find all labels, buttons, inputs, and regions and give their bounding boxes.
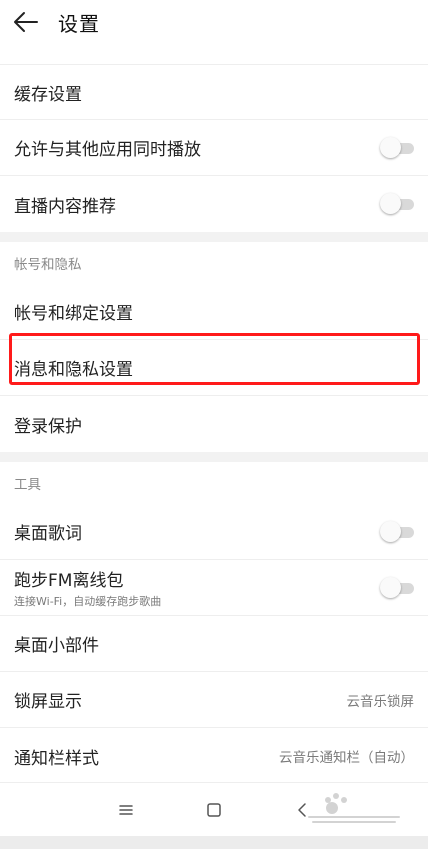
toggle-knob (380, 136, 401, 158)
watermark-logo (308, 793, 400, 823)
row-label: 缓存设置 (14, 84, 82, 105)
toggle-knob (380, 576, 401, 598)
account-section: 帐号和绑定设置 消息和隐私设置 登录保护 (0, 284, 428, 452)
menu-icon (119, 804, 133, 815)
row-text-group: 跑步FM离线包 连接Wi-Fi，自动缓存跑步歌曲 (14, 566, 161, 609)
row-label: 允许与其他应用同时播放 (14, 140, 201, 160)
row-label: 桌面小部件 (14, 636, 99, 656)
nav-home-button[interactable] (194, 790, 234, 830)
row-lock-screen[interactable]: 锁屏显示 云音乐锁屏 (0, 672, 428, 728)
section-header-tools: 工具 (14, 477, 41, 493)
row-account-binding[interactable]: 帐号和绑定设置 (0, 284, 428, 340)
bottom-strip (0, 836, 428, 849)
back-button[interactable] (12, 8, 40, 36)
row-notification-style[interactable]: 通知栏样式 云音乐通知栏（自动） (0, 728, 428, 784)
section-header-account: 帐号和隐私 (14, 257, 82, 273)
home-square-icon (207, 802, 221, 817)
row-label: 锁屏显示 (14, 692, 82, 712)
general-section: 缓存设置 允许与其他应用同时播放 直播内容推荐 (0, 64, 428, 232)
row-desktop-widget[interactable]: 桌面小部件 (0, 616, 428, 672)
row-value: 云音乐通知栏（自动） (279, 750, 414, 766)
running-fm-offline-toggle[interactable] (380, 576, 414, 599)
row-label: 通知栏样式 (14, 748, 99, 769)
section-divider (0, 452, 428, 462)
row-allow-concurrent-play[interactable]: 允许与其他应用同时播放 (0, 120, 428, 176)
row-label: 登录保护 (14, 416, 82, 437)
row-live-recommend[interactable]: 直播内容推荐 (0, 176, 428, 232)
row-running-fm-offline[interactable]: 跑步FM离线包 连接Wi-Fi，自动缓存跑步歌曲 (0, 560, 428, 616)
desktop-lyrics-toggle[interactable] (380, 520, 414, 543)
live-recommend-toggle[interactable] (380, 193, 414, 215)
header-bar: 设置 (0, 0, 428, 44)
nav-menu-button[interactable] (106, 790, 146, 830)
tools-section: 桌面歌词 跑步FM离线包 连接Wi-Fi，自动缓存跑步歌曲 桌面小部件 锁屏显示… (0, 504, 428, 784)
toggle-knob (380, 520, 401, 542)
row-message-privacy[interactable]: 消息和隐私设置 (0, 340, 428, 396)
row-login-protection[interactable]: 登录保护 (0, 396, 428, 452)
row-label: 帐号和绑定设置 (14, 304, 133, 324)
section-divider (0, 232, 428, 242)
settings-screen: 设置 缓存设置 允许与其他应用同时播放 直播内容推荐 帐号和隐私 帐号和绑定设置 (0, 0, 428, 849)
row-label: 桌面歌词 (14, 524, 82, 544)
toggle-knob (380, 193, 401, 214)
row-desktop-lyrics[interactable]: 桌面歌词 (0, 504, 428, 560)
row-label: 直播内容推荐 (14, 196, 116, 217)
row-value: 云音乐锁屏 (346, 693, 415, 710)
arrow-left-icon (14, 12, 38, 32)
page-title: 设置 (58, 11, 100, 36)
allow-concurrent-play-toggle[interactable] (380, 136, 414, 159)
row-label: 消息和隐私设置 (14, 360, 133, 380)
row-label: 跑步FM离线包 (14, 571, 124, 591)
row-cache-settings[interactable]: 缓存设置 (0, 64, 428, 120)
row-sublabel: 连接Wi-Fi，自动缓存跑步歌曲 (14, 595, 162, 608)
